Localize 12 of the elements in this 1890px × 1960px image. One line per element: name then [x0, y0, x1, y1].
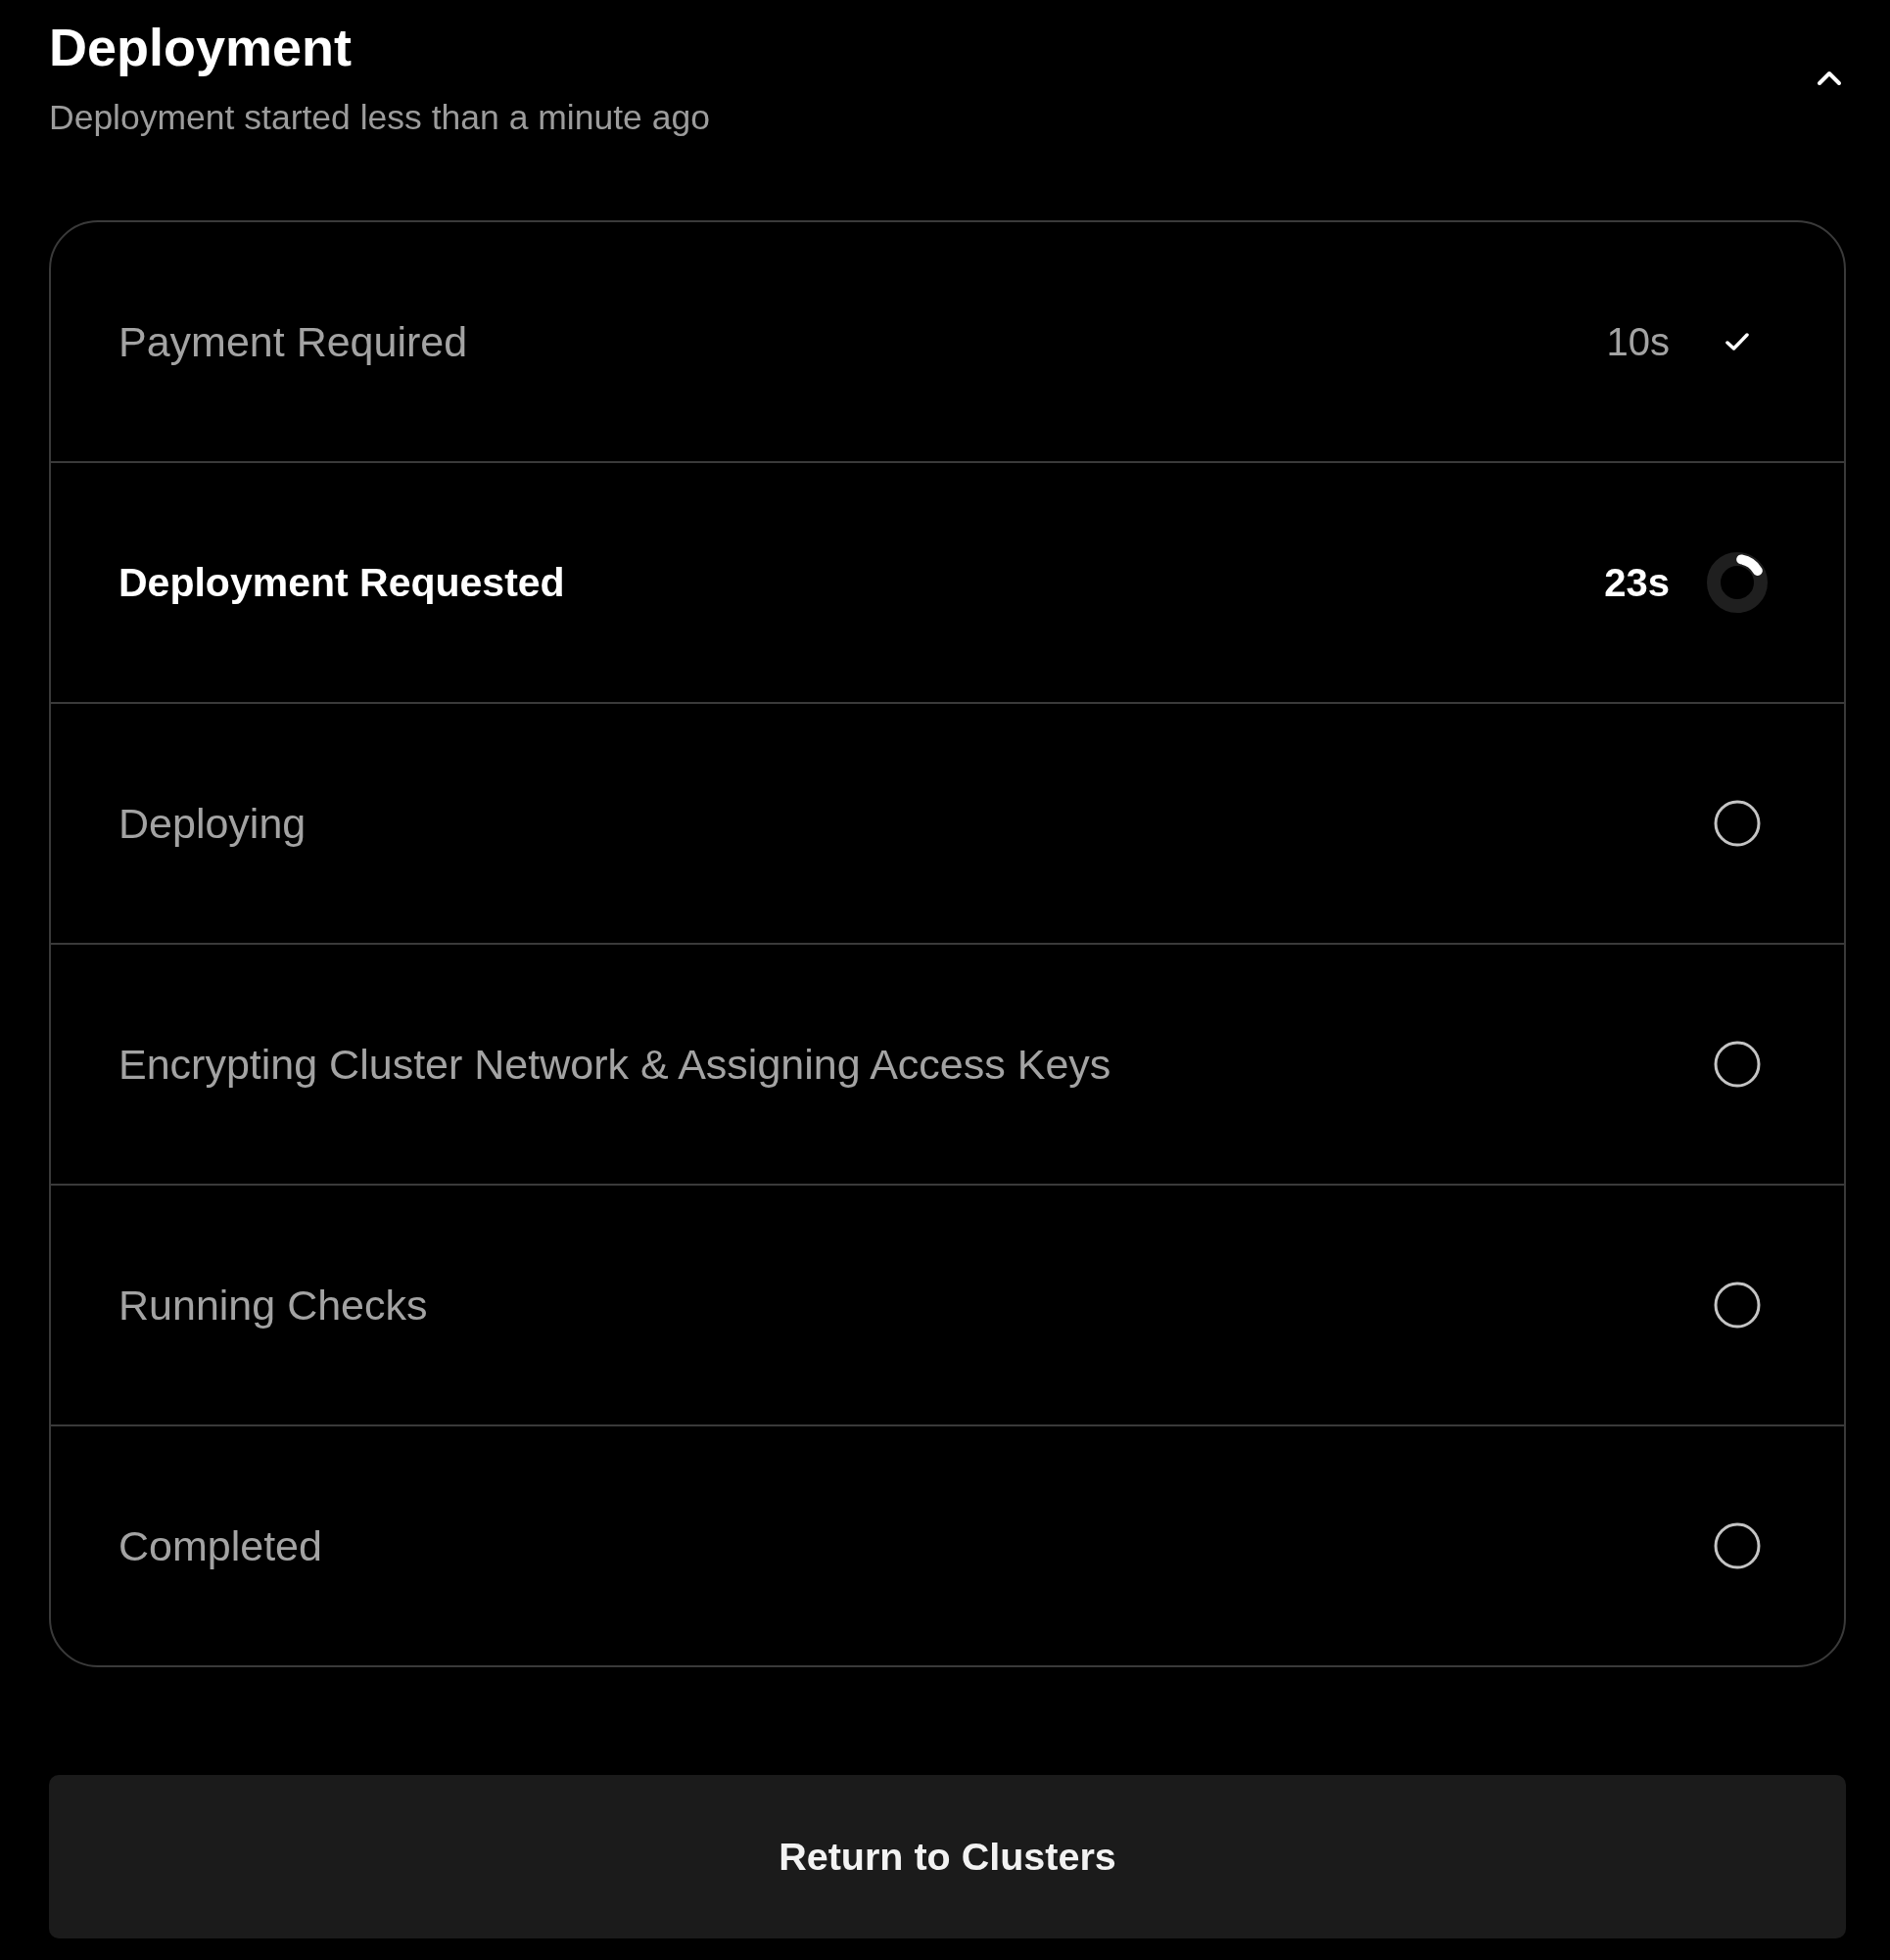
step-label: Payment Required: [118, 317, 468, 366]
section-title: Deployment: [49, 18, 353, 76]
step-label: Running Checks: [118, 1281, 428, 1330]
step-label: Completed: [118, 1521, 322, 1570]
chevron-icon[interactable]: [1817, 70, 1842, 86]
step-duration: 23s: [1604, 560, 1670, 605]
section-subtitle: Deployment started less than a minute ago: [49, 98, 710, 138]
step-label: Deployment Requested: [118, 559, 565, 606]
step-label: Deploying: [118, 799, 307, 848]
step-duration: 10s: [1606, 319, 1670, 364]
return-to-clusters-button[interactable]: Return to Clusters: [49, 1775, 1846, 1938]
step-label: Encrypting Cluster Network & Assigning Access Keys: [118, 1040, 1111, 1089]
